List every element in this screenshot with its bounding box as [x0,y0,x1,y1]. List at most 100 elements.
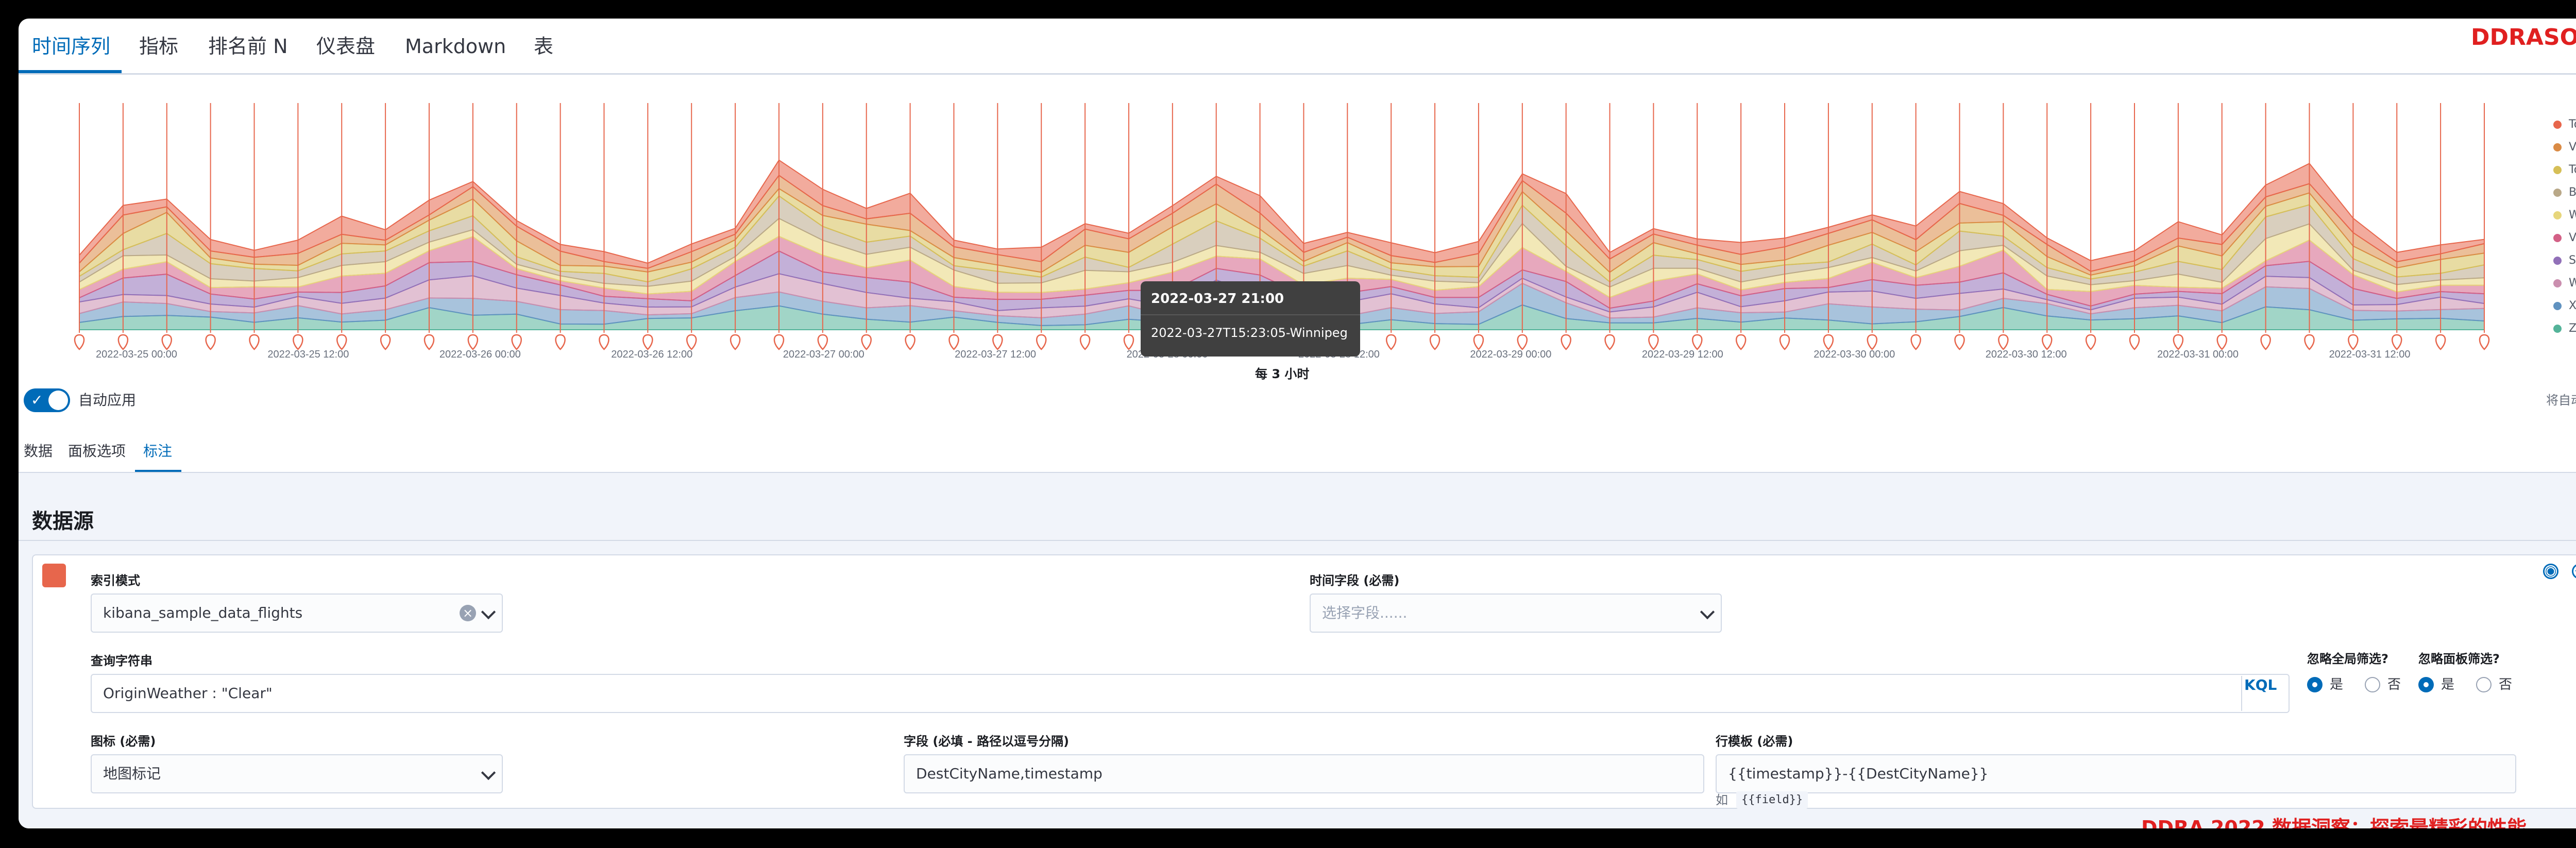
map-marker-icon[interactable] [1429,334,1440,350]
legend-item[interactable]: Shanghai [2553,250,2576,271]
map-marker-icon[interactable] [1823,334,1834,350]
icon-select[interactable]: 地图标记 [91,754,503,793]
legend-item[interactable]: Tokyo [2553,160,2576,180]
map-marker-icon[interactable] [336,334,347,350]
legend-item[interactable]: Verona [2553,228,2576,248]
map-marker-icon[interactable] [905,334,916,350]
legend-item[interactable]: Torino [2553,114,2576,135]
map-marker-icon[interactable] [1036,334,1047,350]
map-marker-icon[interactable] [249,334,260,350]
map-marker-icon[interactable] [1123,334,1134,350]
icon-value: 地图标记 [103,765,161,782]
x-tick-label: 2022-03-31 00:00 [2157,349,2239,360]
map-marker-icon[interactable] [205,334,216,350]
query-input[interactable]: OriginWeather : "Clear" [91,674,2290,713]
map-marker-icon[interactable] [2216,334,2227,350]
tab-markdown[interactable]: Markdown [405,34,506,59]
clear-icon[interactable]: × [460,605,476,621]
map-marker-icon[interactable] [74,334,85,350]
legend-item[interactable]: Zurich [2553,318,2576,339]
map-marker-icon[interactable] [599,334,609,350]
map-marker-icon[interactable] [1954,334,1965,350]
map-marker-icon[interactable] [1079,334,1091,350]
map-marker-icon[interactable] [1779,334,1790,350]
map-marker-icon[interactable] [380,334,391,350]
map-marker-icon[interactable] [1867,334,1878,350]
map-marker-icon[interactable] [2085,334,2096,350]
tab-metric[interactable]: 指标 [139,34,178,59]
map-marker-icon[interactable] [992,334,1003,350]
map-marker-icon[interactable] [948,334,959,350]
legend-item[interactable]: Warsaw [2553,273,2576,294]
map-marker-icon[interactable] [1692,334,1703,350]
map-marker-icon[interactable] [1604,334,1615,350]
map-marker-icon[interactable] [161,334,172,350]
legend-label: Verona [2569,231,2576,244]
map-marker-icon[interactable] [2129,334,2140,350]
map-marker-icon[interactable] [817,334,828,350]
annotation-tooltip: 2022-03-27 21:00 2022-03-27T15:23:05-Win… [1141,281,1360,357]
legend-item[interactable]: Xi'an [2553,296,2576,316]
tab-top-n[interactable]: 排名前 N [208,34,288,59]
visualization-type-tabs: 时间序列 指标 排名前 N 仪表盘 Markdown 表 [19,19,2576,75]
auto-apply-switch[interactable]: ✓ [24,388,70,412]
legend-item[interactable]: Belogorsk [2553,182,2576,203]
tab-data[interactable]: 数据 [24,440,53,463]
map-marker-icon[interactable] [2348,334,2359,350]
ignore-global-yes-radio[interactable] [2307,677,2323,692]
tab-time-series[interactable]: 时间序列 [32,34,110,59]
x-tick-label: 2022-03-27 00:00 [783,349,865,360]
hint-prefix: 如 [1716,793,1728,807]
ignore-panel-no-radio[interactable] [2476,677,2492,692]
legend-label: Vienna [2569,141,2576,154]
tab-annotations[interactable]: 标注 [143,440,172,463]
kql-button[interactable]: KQL [2244,675,2277,696]
map-marker-icon[interactable] [1561,334,1571,350]
map-marker-icon[interactable] [467,334,479,350]
legend-label: Winnipeg [2569,209,2576,222]
map-marker-icon[interactable] [642,334,653,350]
map-marker-icon[interactable] [2479,334,2490,350]
map-marker-icon[interactable] [861,334,872,350]
map-marker-icon[interactable] [2042,334,2053,350]
time-field-select[interactable]: 选择字段...... [1310,593,1722,633]
map-marker-icon[interactable] [2304,334,2315,350]
map-marker-icon[interactable] [1473,334,1484,350]
index-pattern-select[interactable]: kibana_sample_data_flights × [91,593,503,633]
map-marker-icon[interactable] [2173,334,2184,350]
map-marker-icon[interactable] [686,334,697,350]
tab-gauge[interactable]: 仪表盘 [316,34,375,59]
ignore-global-no-radio[interactable] [2365,677,2380,692]
fields-input[interactable]: DestCityName,timestamp [904,754,1704,793]
legend-color-dot [2553,302,2562,310]
map-marker-icon[interactable] [1910,334,1921,350]
tab-panel-options[interactable]: 面板选项 [68,440,126,463]
map-marker-icon[interactable] [423,334,435,350]
legend-label: Warsaw [2569,277,2576,290]
map-marker-icon[interactable] [1998,334,2009,350]
ignore-global-label: 忽略全局筛选? [2307,652,2388,666]
fields-label: 字段 (必填 - 路径以逗号分隔) [904,734,1069,749]
map-marker-icon[interactable] [293,334,303,350]
map-marker-icon[interactable] [511,334,522,350]
ignore-panel-yes-radio[interactable] [2418,677,2434,692]
ignore-global-no-label: 否 [2387,677,2401,692]
map-marker-icon[interactable] [555,334,566,350]
row-template-input[interactable]: {{timestamp}}-{{DestCityName}} [1716,754,2516,793]
map-marker-icon[interactable] [1385,334,1397,350]
map-marker-icon[interactable] [773,334,785,350]
map-marker-icon[interactable] [2435,334,2446,350]
map-marker-icon[interactable] [1735,334,1747,350]
legend-item[interactable]: Vienna [2553,137,2576,158]
map-marker-icon[interactable] [730,334,741,350]
map-marker-icon[interactable] [2260,334,2271,350]
map-marker-icon[interactable] [1648,334,1659,350]
map-marker-icon[interactable] [117,334,129,350]
legend-item[interactable]: Winnipeg [2553,205,2576,226]
tab-table[interactable]: 表 [534,34,553,59]
tooltip-body: 2022-03-27T15:23:05-Winnipeg [1151,326,1348,340]
map-marker-icon[interactable] [1517,334,1528,350]
annotation-color-picker[interactable] [42,564,66,587]
map-marker-icon[interactable] [2392,334,2402,350]
eye-icon[interactable]: ◉ [2543,564,2558,579]
